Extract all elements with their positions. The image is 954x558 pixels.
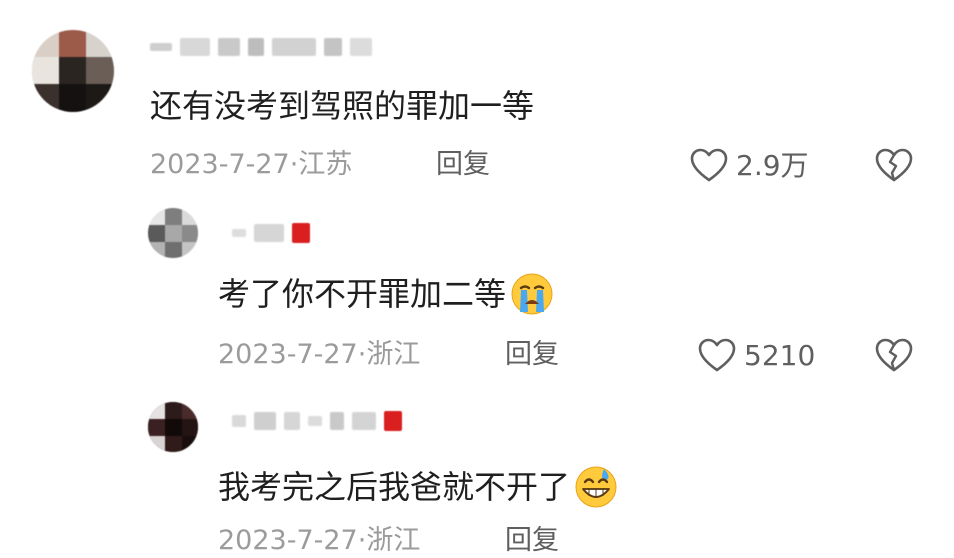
comment-meta: 2023-7-27·浙江 [218,338,420,372]
like-button[interactable]: 2.9万 [690,148,809,184]
reply-button[interactable]: 回复 [505,338,559,372]
comment-meta: 2023-7-27·江苏 [150,148,352,182]
comment-date: 2023-7-27 [218,525,358,556]
comment-text-content: 考了你不开罪加二等 [218,275,507,313]
user-badge [384,411,402,431]
loudly-crying-face-emoji [511,273,553,315]
comment-text: 考了你不开罪加二等 [218,272,554,316]
heart-outline-icon [698,338,736,372]
comment-date: 2023-7-27 [218,339,358,370]
like-count: 2.9万 [736,149,809,182]
broken-heart-icon [875,338,913,372]
comment-2: 考了你不开罪加二等 2023-7-27·浙江 回复 5210 [0,200,954,390]
comment-date: 2023-7-27 [150,149,290,180]
comment-meta: 2023-7-27·浙江 [218,524,420,558]
comment-location: 浙江 [366,339,421,370]
username-redacted[interactable] [150,34,372,60]
heart-outline-icon [690,148,728,182]
comment-text-content: 我考完之后我爸就不开了 [218,468,571,506]
comment-text: 还有没考到驾照的罪加一等 [150,86,534,126]
comment-location: 江苏 [298,149,353,180]
comment-location: 浙江 [366,525,421,556]
avatar[interactable] [32,30,114,112]
comment-text-content: 还有没考到驾照的罪加一等 [150,87,535,125]
comment-text: 我考完之后我爸就不开了 [218,465,618,509]
dislike-button[interactable] [875,148,913,184]
like-count: 5210 [744,339,816,372]
comment-1: 还有没考到驾照的罪加一等 2023-7-27·江苏 回复 2.9万 [0,0,954,200]
dislike-button[interactable] [875,338,913,374]
username-redacted[interactable] [232,408,402,434]
avatar[interactable] [148,402,198,452]
comment-3: 我考完之后我爸就不开了 2023-7-27·浙江 回复 [0,390,954,557]
grinning-face-with-sweat-emoji [575,466,617,508]
like-button[interactable]: 5210 [698,338,815,374]
broken-heart-icon [875,148,913,182]
reply-button[interactable]: 回复 [505,524,559,558]
user-badge [292,223,310,243]
username-redacted[interactable] [232,220,310,246]
reply-button[interactable]: 回复 [436,148,490,182]
avatar[interactable] [148,208,198,258]
